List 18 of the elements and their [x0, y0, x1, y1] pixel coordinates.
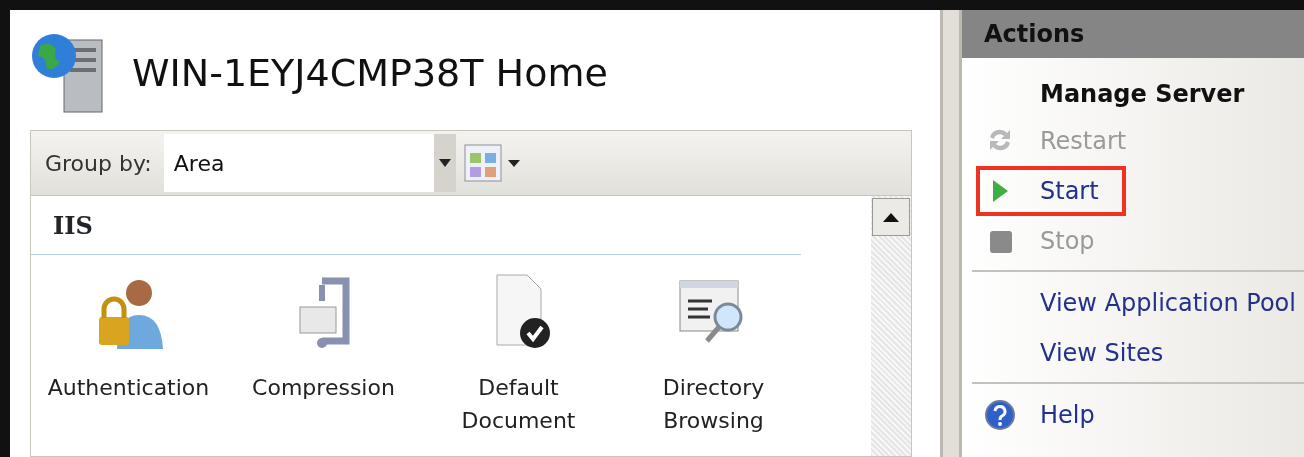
help-icon [984, 399, 1018, 433]
action-group-heading: Manage Server [1039, 79, 1246, 110]
page-title: WIN-1EYJ4CMP38T Home [132, 49, 608, 97]
action-link[interactable]: Start [1040, 173, 1099, 209]
action-link[interactable]: View Application Pool [1040, 285, 1296, 321]
group-by-label: Group by: [45, 149, 152, 178]
up-arrow-icon [883, 212, 899, 222]
feature-label[interactable]: Compression [238, 371, 409, 404]
feature-label[interactable]: Directory Browsing [628, 371, 799, 437]
actions-title: Actions [962, 10, 1304, 58]
group-by-dropdown[interactable]: Area [163, 134, 456, 192]
feature-label[interactable]: Default Document [433, 371, 604, 437]
action-link[interactable]: View Sites [1040, 335, 1164, 371]
feature-label[interactable]: Authentication [43, 371, 214, 404]
caret-icon [438, 159, 451, 167]
action-link[interactable]: Help [1040, 397, 1095, 433]
section-title: IIS [31, 196, 801, 255]
scroll-up-button[interactable] [872, 198, 910, 236]
